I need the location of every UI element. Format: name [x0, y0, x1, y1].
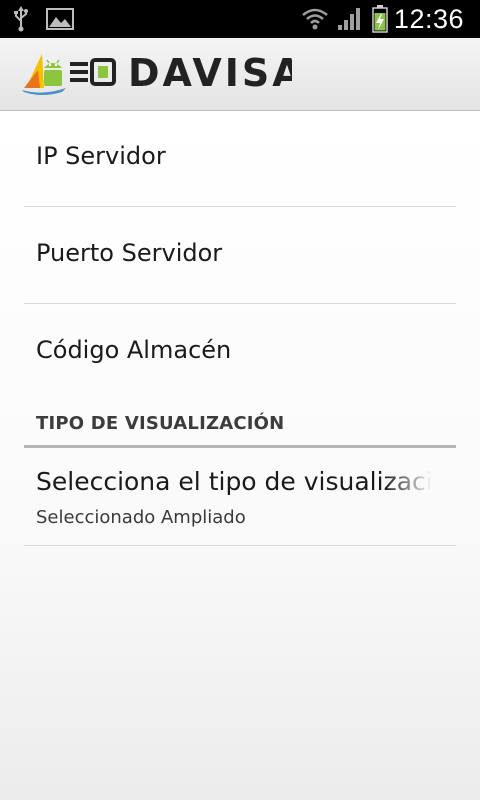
wifi-icon	[300, 0, 330, 38]
pref-title: Código Almacén	[36, 336, 232, 364]
divider	[24, 545, 456, 546]
pref-list-title: Selecciona el tipo de visualización	[36, 467, 432, 496]
pref-tipo-visualizacion[interactable]	[0, 448, 480, 546]
category-header: TIPO DE VISUALIZACIÓN	[36, 413, 285, 434]
pref-title: IP Servidor	[36, 142, 166, 170]
usb-icon	[10, 0, 32, 38]
pref-ip-servidor[interactable]: IP Servidor	[0, 111, 480, 207]
pref-codigo-almacen[interactable]: Código Almacén	[0, 304, 480, 401]
status-bar: 12:36	[0, 0, 480, 38]
brand-name: DAVISA	[128, 51, 292, 95]
brand-mark-icon	[70, 58, 116, 86]
action-bar: DAVISA	[0, 38, 480, 111]
gallery-icon	[44, 0, 76, 38]
battery-charging-icon	[370, 0, 390, 38]
pref-puerto-servidor[interactable]: Puerto Servidor	[0, 207, 480, 304]
status-bar-time: 12:36	[393, 4, 464, 34]
preferences-list: IP Servidor Puerto Servidor Código Almac…	[0, 111, 480, 800]
pref-list-summary: Seleccionado Ampliado	[36, 507, 246, 528]
app-logo-icon	[22, 54, 66, 95]
pref-title: Puerto Servidor	[36, 239, 223, 267]
signal-icon	[336, 0, 364, 38]
app-logo[interactable]: DAVISA	[22, 48, 292, 98]
